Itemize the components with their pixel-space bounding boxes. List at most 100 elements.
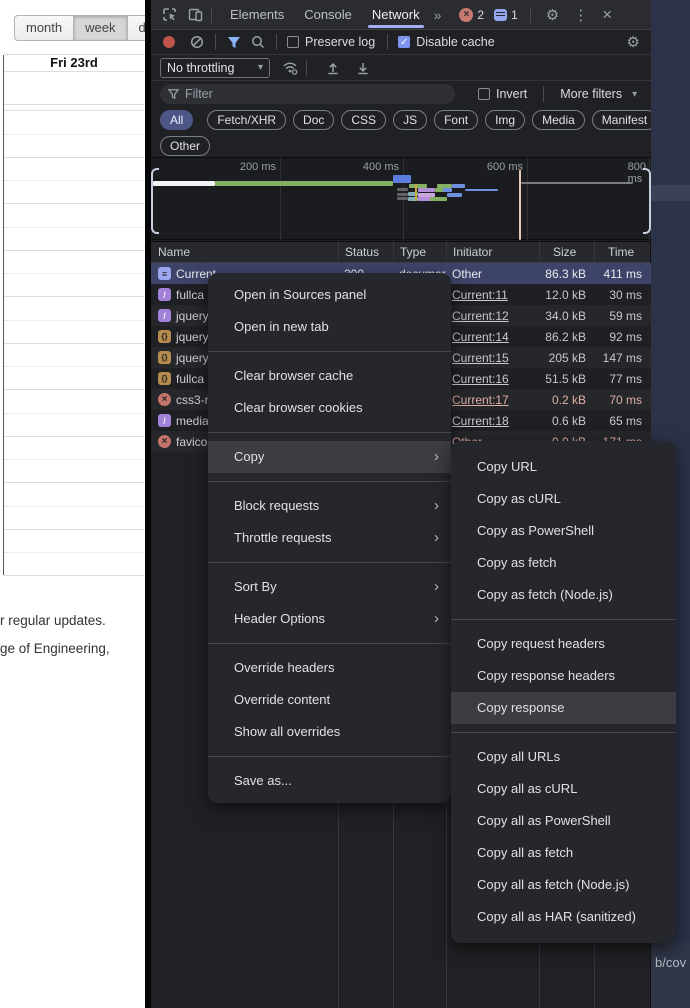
message-badge-icon[interactable]	[494, 9, 507, 21]
close-devtools-icon[interactable]: ×	[595, 5, 619, 25]
preserve-log-label[interactable]: Preserve log	[305, 35, 375, 49]
menu-item-copy-all-as-powershell[interactable]: Copy all as PowerShell	[451, 805, 676, 837]
menu-item-copy-as-fetch-node[interactable]: Copy as fetch (Node.js)	[451, 579, 676, 611]
column-header-size[interactable]: Size	[539, 245, 594, 259]
network-overview-timeline[interactable]: 200 ms 400 ms 600 ms 800 ms	[151, 158, 651, 240]
submenu-arrow-icon: ›	[434, 571, 439, 603]
menu-item-block-requests[interactable]: Block requests›	[208, 490, 451, 522]
invert-checkbox[interactable]	[478, 88, 490, 100]
disable-cache-label[interactable]: Disable cache	[416, 35, 495, 49]
message-count[interactable]: 1	[511, 8, 518, 22]
initiator-link[interactable]: Current:17	[446, 393, 539, 407]
invert-label[interactable]: Invert	[496, 87, 527, 101]
throttling-value: No throttling	[167, 61, 234, 75]
network-conditions-icon[interactable]	[282, 60, 298, 76]
initiator-link[interactable]: Current:18	[446, 414, 539, 428]
disable-cache-checkbox[interactable]: ✓	[398, 36, 410, 48]
clear-network-log-icon[interactable]	[189, 34, 205, 50]
calendar-hour-grid[interactable]	[4, 110, 144, 576]
overview-left-handle[interactable]	[151, 168, 159, 234]
chip-fetch-xhr[interactable]: Fetch/XHR	[207, 110, 286, 130]
menu-item-sort-by[interactable]: Sort By›	[208, 571, 451, 603]
column-header-initiator[interactable]: Initiator	[446, 245, 539, 259]
tab-console[interactable]: Console	[294, 0, 362, 29]
menu-item-header-options[interactable]: Header Options›	[208, 603, 451, 635]
gridline	[280, 158, 281, 240]
export-har-icon[interactable]	[355, 60, 371, 76]
column-header-name[interactable]: Name	[151, 245, 338, 259]
menu-item-override-content[interactable]: Override content	[208, 684, 451, 716]
column-header-type[interactable]: Type	[393, 245, 446, 259]
menu-item-copy-as-fetch[interactable]: Copy as fetch	[451, 547, 676, 579]
filter-funnel-icon[interactable]	[226, 34, 242, 50]
menu-item-copy-all-urls[interactable]: Copy all URLs	[451, 741, 676, 773]
waterfall-bar	[153, 181, 215, 186]
more-filters-button[interactable]: More filters	[560, 87, 622, 101]
device-toolbar-icon[interactable]	[187, 7, 203, 23]
scrollbar-thumb[interactable]	[651, 185, 690, 201]
chip-other[interactable]: Other	[160, 136, 210, 156]
preserve-log-checkbox[interactable]	[287, 36, 299, 48]
chip-manifest[interactable]: Manifest	[592, 110, 657, 130]
divider	[215, 34, 216, 50]
column-header-status[interactable]: Status	[338, 245, 393, 259]
overview-right-handle[interactable]	[643, 168, 651, 234]
gridline	[527, 158, 528, 240]
menu-item-clear-browser-cookies[interactable]: Clear browser cookies	[208, 392, 451, 424]
divider	[276, 34, 277, 50]
tab-elements[interactable]: Elements	[220, 0, 294, 29]
calendar-allday-cell[interactable]	[4, 71, 144, 105]
chip-img[interactable]: Img	[485, 110, 525, 130]
chip-js[interactable]: JS	[393, 110, 427, 130]
waterfall-bar	[447, 193, 462, 197]
initiator-link[interactable]: Current:11	[446, 288, 539, 302]
menu-item-open-in-new-tab[interactable]: Open in new tab	[208, 311, 451, 343]
tab-network[interactable]: Network	[362, 0, 430, 29]
menu-item-copy-all-as-fetch-node[interactable]: Copy all as fetch (Node.js)	[451, 869, 676, 901]
chip-doc[interactable]: Doc	[293, 110, 334, 130]
menu-item-open-in-sources[interactable]: Open in Sources panel	[208, 279, 451, 311]
inspect-element-icon[interactable]	[161, 7, 177, 23]
waterfall-bar	[393, 175, 411, 183]
initiator-link[interactable]: Current:14	[446, 330, 539, 344]
menu-item-copy-all-as-curl[interactable]: Copy all as cURL	[451, 773, 676, 805]
menu-item-copy[interactable]: Copy›	[208, 441, 451, 473]
error-count[interactable]: 2	[477, 8, 484, 22]
search-icon[interactable]	[250, 34, 266, 50]
menu-item-copy-all-as-har[interactable]: Copy all as HAR (sanitized)	[451, 901, 676, 933]
more-tabs-icon[interactable]: »	[430, 7, 446, 23]
menu-item-copy-url[interactable]: Copy URL	[451, 451, 676, 483]
import-har-icon[interactable]	[325, 60, 341, 76]
initiator-link[interactable]: Current:12	[446, 309, 539, 323]
menu-item-copy-as-curl[interactable]: Copy as cURL	[451, 483, 676, 515]
waterfall-bar	[397, 197, 408, 200]
chip-font[interactable]: Font	[434, 110, 478, 130]
menu-item-clear-browser-cache[interactable]: Clear browser cache	[208, 360, 451, 392]
calendar-day-header: Fri 23rd	[4, 54, 144, 70]
menu-item-show-all-overrides[interactable]: Show all overrides	[208, 716, 451, 748]
record-network-log-icon[interactable]	[163, 36, 175, 48]
settings-gear-icon[interactable]: ⚙	[539, 6, 566, 24]
menu-item-save-as[interactable]: Save as...	[208, 765, 451, 797]
week-view-button[interactable]: week	[74, 15, 127, 41]
kebab-menu-icon[interactable]: ⋮	[566, 6, 595, 24]
filter-input[interactable]: Filter	[160, 84, 455, 104]
throttling-select[interactable]: No throttling ▾	[160, 58, 270, 78]
month-view-button[interactable]: month	[14, 15, 74, 41]
menu-item-copy-as-powershell[interactable]: Copy as PowerShell	[451, 515, 676, 547]
menu-item-copy-response[interactable]: Copy response	[451, 692, 676, 724]
menu-item-copy-request-headers[interactable]: Copy request headers	[451, 628, 676, 660]
menu-item-copy-all-as-fetch[interactable]: Copy all as fetch	[451, 837, 676, 869]
column-header-time[interactable]: Time	[594, 245, 650, 259]
chip-all[interactable]: All	[160, 110, 193, 130]
chip-media[interactable]: Media	[532, 110, 585, 130]
initiator-link[interactable]: Current:15	[446, 351, 539, 365]
network-settings-gear-icon[interactable]: ⚙	[620, 33, 647, 51]
error-badge-icon[interactable]: ×	[459, 8, 473, 22]
chip-css[interactable]: CSS	[341, 110, 386, 130]
menu-item-copy-response-headers[interactable]: Copy response headers	[451, 660, 676, 692]
menu-item-override-headers[interactable]: Override headers	[208, 652, 451, 684]
waterfall-bar	[430, 197, 447, 201]
menu-item-throttle-requests[interactable]: Throttle requests›	[208, 522, 451, 554]
initiator-link[interactable]: Current:16	[446, 372, 539, 386]
